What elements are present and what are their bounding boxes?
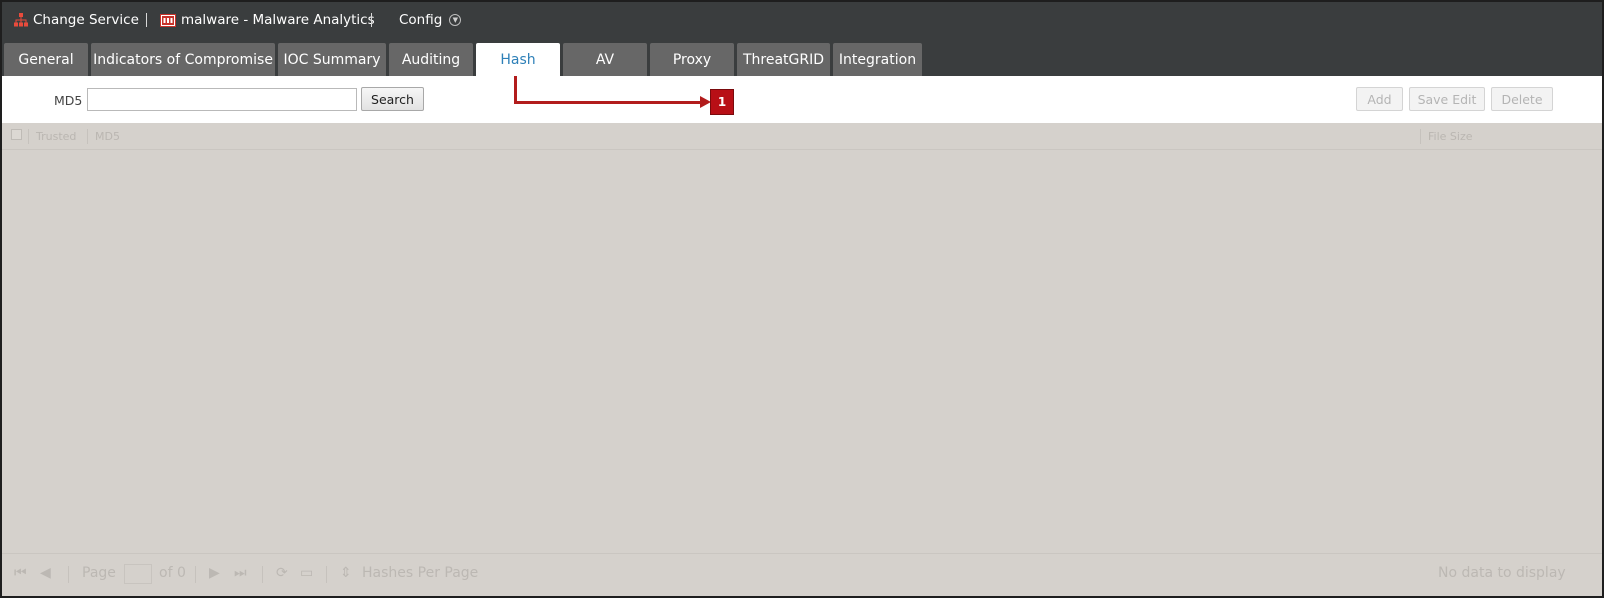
tab-bar: General Indicators of Compromise IOC Sum… [2,38,1602,76]
tab-threatgrid[interactable]: ThreatGRID [737,43,830,76]
grid-header: Trusted MD5 File Size [2,123,1602,150]
callout-arrow-line [514,76,517,102]
tab-label: Proxy [672,51,712,68]
pager-divider [262,566,263,583]
column-header-trusted[interactable]: Trusted [36,130,76,143]
header-divider [371,13,372,27]
config-menu[interactable]: Config ▼ [399,2,462,38]
page-label: Page [82,565,116,581]
app-window: Change Service malware - Malware Analyti… [0,0,1604,598]
top-header: Change Service malware - Malware Analyti… [2,2,1602,38]
callout-arrow-line [514,101,702,104]
malware-service-icon [160,13,176,27]
network-tree-icon [14,13,28,27]
search-button[interactable]: Search [361,87,424,111]
next-page-icon[interactable]: ▶ [209,565,220,581]
delete-button[interactable]: Delete [1491,87,1553,111]
service-name: malware - Malware Analytics [181,12,375,28]
hash-toolbar: MD5 Search Add Save Edit Delete [2,76,1602,123]
pager-divider [326,566,327,583]
export-icon[interactable]: ▭ [300,565,313,581]
tab-label: IOC Summary [283,51,381,68]
previous-page-icon[interactable]: ◀ [40,565,51,581]
tab-label: AV [595,51,615,68]
per-page-label: Hashes Per Page [362,565,479,581]
tab-label: Auditing [401,51,461,68]
last-page-icon[interactable]: ⏭ [234,565,247,581]
column-header-md5[interactable]: MD5 [95,130,120,143]
md5-search-input[interactable] [87,88,357,111]
column-divider [1420,129,1421,144]
tab-label: Hash [500,51,536,68]
tab-ioc-summary[interactable]: IOC Summary [278,43,386,76]
service-selector[interactable]: malware - Malware Analytics [160,2,375,38]
config-label: Config [399,12,443,28]
add-button[interactable]: Add [1356,87,1403,111]
change-service-label: Change Service [33,12,139,28]
change-service-button[interactable]: Change Service [14,2,139,38]
tab-label: General [18,51,74,68]
paging-toolbar: ⏮ ◀ Page of 0 ▶ ⏭ ⟳ ▭ ⇕ Hashes Per Page … [2,553,1602,595]
tab-label: Indicators of Compromise [93,51,273,68]
callout-badge: 1 [710,89,734,115]
column-divider [28,129,29,144]
pager-divider [195,566,196,583]
tab-label: ThreatGRID [742,51,825,68]
pager-divider [68,566,69,583]
first-page-icon[interactable]: ⏮ [14,565,27,581]
tab-general[interactable]: General [4,43,88,76]
header-divider [146,13,147,27]
page-size-stepper-icon[interactable]: ⇕ [340,565,352,581]
tab-auditing[interactable]: Auditing [389,43,473,76]
grid-body [2,150,1602,553]
tab-integration[interactable]: Integration [833,43,922,76]
refresh-icon[interactable]: ⟳ [276,565,288,581]
chevron-down-circle-icon: ▼ [449,14,462,26]
md5-label: MD5 [54,93,83,108]
column-header-file-size[interactable]: File Size [1428,130,1472,143]
tab-label: Integration [838,51,917,68]
tab-proxy[interactable]: Proxy [650,43,734,76]
page-number-input[interactable] [124,564,152,584]
column-divider [87,129,88,144]
tab-hash[interactable]: Hash [476,43,560,76]
save-edit-button[interactable]: Save Edit [1409,87,1485,111]
no-data-status: No data to display [1438,565,1566,581]
tab-indicators-of-compromise[interactable]: Indicators of Compromise [91,43,275,76]
select-all-checkbox[interactable] [11,129,22,140]
tab-av[interactable]: AV [563,43,647,76]
page-count-label: of 0 [159,565,186,581]
